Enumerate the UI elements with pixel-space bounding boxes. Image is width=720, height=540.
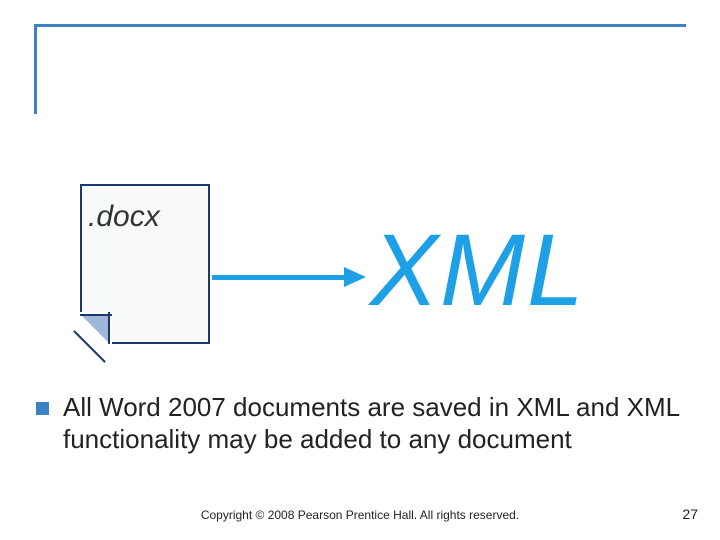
header-rule-top [34, 24, 686, 27]
slide: .docx XML All Word 2007 documents are sa… [0, 0, 720, 540]
bullet-text: All Word 2007 documents are saved in XML… [63, 392, 686, 455]
xml-label: XML [370, 212, 586, 329]
page-number: 27 [682, 506, 698, 522]
copyright-text: Copyright © 2008 Pearson Prentice Hall. … [0, 508, 720, 522]
bullet-item: All Word 2007 documents are saved in XML… [36, 392, 686, 455]
header-rule-left [34, 24, 37, 114]
arrow-icon [212, 275, 347, 280]
docx-label: .docx [88, 200, 160, 234]
bullet-square-icon [36, 402, 49, 415]
document-icon-fold-edge [108, 312, 110, 344]
arrow-head-icon [344, 267, 366, 287]
